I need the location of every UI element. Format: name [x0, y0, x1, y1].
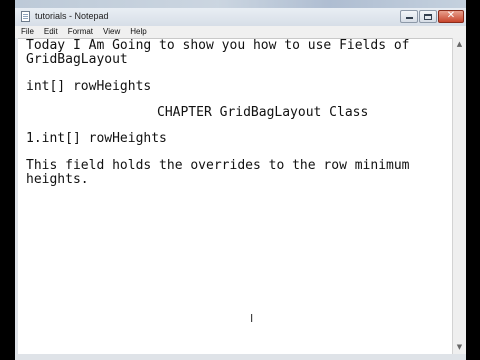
- text-editor[interactable]: Today I Am Going to show you how to use …: [18, 38, 452, 354]
- menu-view[interactable]: View: [98, 26, 125, 38]
- editor-line: GridBagLayout: [26, 52, 128, 67]
- window-title: tutorials - Notepad: [35, 11, 109, 21]
- menu-bar: File Edit Format View Help: [15, 26, 466, 38]
- menu-edit[interactable]: Edit: [39, 26, 63, 38]
- window-controls: ✕: [400, 10, 464, 24]
- scroll-up-icon[interactable]: ▲: [453, 38, 466, 51]
- minimize-icon: [406, 17, 413, 19]
- maximize-icon: [424, 14, 432, 20]
- editor-line: heights.: [26, 172, 89, 187]
- minimize-button[interactable]: [400, 10, 418, 23]
- editor-line: This field holds the overrides to the ro…: [26, 158, 410, 173]
- scroll-down-icon[interactable]: ▼: [453, 341, 466, 354]
- notepad-icon: [21, 11, 30, 22]
- editor-line: CHAPTER GridBagLayout Class: [157, 105, 369, 120]
- vertical-scrollbar[interactable]: ▲ ▼: [452, 38, 466, 354]
- text-cursor-icon: I: [250, 312, 254, 325]
- editor-line: int[] rowHeights: [26, 79, 152, 94]
- notepad-window: tutorials - Notepad ✕ File Edit Format V…: [15, 0, 466, 360]
- menu-file[interactable]: File: [15, 26, 39, 38]
- title-bar[interactable]: tutorials - Notepad ✕: [15, 8, 466, 26]
- menu-format[interactable]: Format: [63, 26, 98, 38]
- editor-line: Today I Am Going to show you how to use …: [26, 38, 410, 53]
- editor-line: 1.int[] rowHeights: [26, 131, 167, 146]
- maximize-button[interactable]: [419, 10, 437, 23]
- close-button[interactable]: ✕: [438, 10, 464, 23]
- menu-help[interactable]: Help: [125, 26, 151, 38]
- background-window-strip: [15, 0, 466, 8]
- close-icon: ✕: [446, 10, 456, 21]
